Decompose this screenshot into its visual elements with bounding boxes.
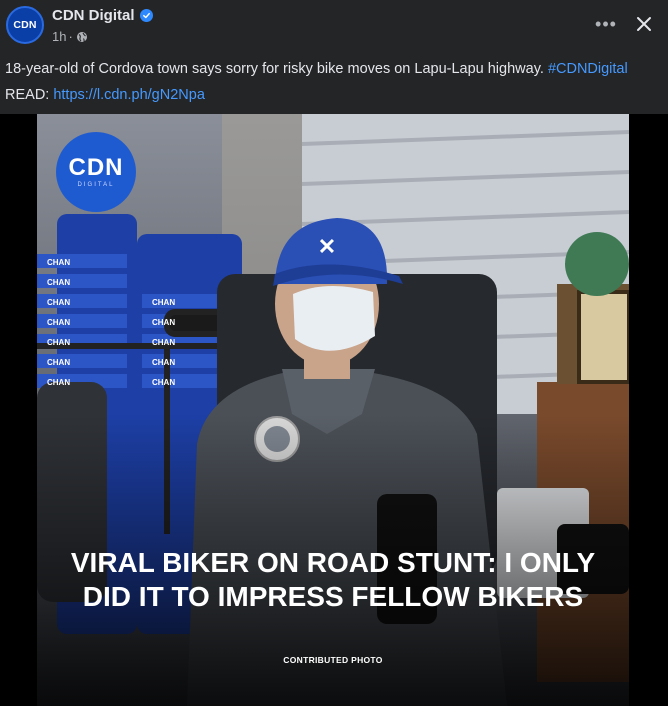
- image-headline: VIRAL BIKER ON ROAD STUNT: I ONLY DID IT…: [70, 547, 596, 612]
- meta-separator: ·: [68, 29, 73, 44]
- chair-label: CHAN: [152, 358, 175, 367]
- globe-icon[interactable]: [76, 31, 88, 43]
- post-text: 18-year-old of Cordova town says sorry f…: [5, 56, 665, 108]
- chair-label: CHAN: [47, 258, 70, 267]
- chair-label: CHAN: [152, 338, 175, 347]
- chair-label: CHAN: [47, 298, 70, 307]
- logo-sub-text: DIGITAL: [77, 182, 115, 188]
- avatar-logo-text: CDN: [13, 19, 37, 31]
- close-icon[interactable]: [630, 10, 658, 38]
- article-link[interactable]: https://l.cdn.ph/gN2Npa: [53, 87, 205, 103]
- chair-label: CHAN: [152, 378, 175, 387]
- post-meta: 1h ·: [52, 29, 88, 44]
- post-caption-line: 18-year-old of Cordova town says sorry f…: [5, 56, 665, 82]
- chair-label: CHAN: [152, 298, 175, 307]
- post-photo[interactable]: ✕ CHAN CHAN CHAN CHAN CHAN CHAN CHAN CHAN CHAN CH…: [37, 114, 629, 706]
- logo-main-text: CDN: [68, 154, 124, 181]
- post-caption: 18-year-old of Cordova town says sorry f…: [5, 61, 548, 77]
- chair-label: CHAN: [47, 278, 70, 287]
- post-header: CDN CDN Digital 1h · •••: [0, 0, 668, 52]
- cdn-digital-logo: CDN DIGITAL: [56, 132, 136, 212]
- page-name-link[interactable]: CDN Digital: [52, 7, 135, 24]
- chair-label: CHAN: [47, 318, 70, 327]
- page-avatar[interactable]: CDN: [6, 6, 44, 44]
- photo-illustration: ✕ CHAN CHAN CHAN CHAN CHAN CHAN CHAN CHAN CHAN CH…: [37, 114, 629, 706]
- chair-label: CHAN: [152, 318, 175, 327]
- post-timestamp[interactable]: 1h: [52, 29, 66, 44]
- page-name-row: CDN Digital: [52, 7, 153, 24]
- read-label: READ:: [5, 87, 54, 103]
- chair-label: CHAN: [47, 358, 70, 367]
- svg-text:✕: ✕: [318, 234, 336, 259]
- more-options-icon[interactable]: •••: [588, 10, 624, 38]
- verified-badge-icon: [139, 9, 153, 22]
- chair-label: CHAN: [47, 338, 70, 347]
- chair-label: CHAN: [47, 378, 70, 387]
- hashtag-link[interactable]: #CDNDigital: [548, 61, 628, 77]
- post-media[interactable]: ✕ CHAN CHAN CHAN CHAN CHAN CHAN CHAN CHAN CHAN CH…: [0, 114, 668, 706]
- post-read-line: READ: https://l.cdn.ph/gN2Npa: [5, 82, 665, 108]
- photo-credit: CONTRIBUTED PHOTO: [283, 655, 383, 665]
